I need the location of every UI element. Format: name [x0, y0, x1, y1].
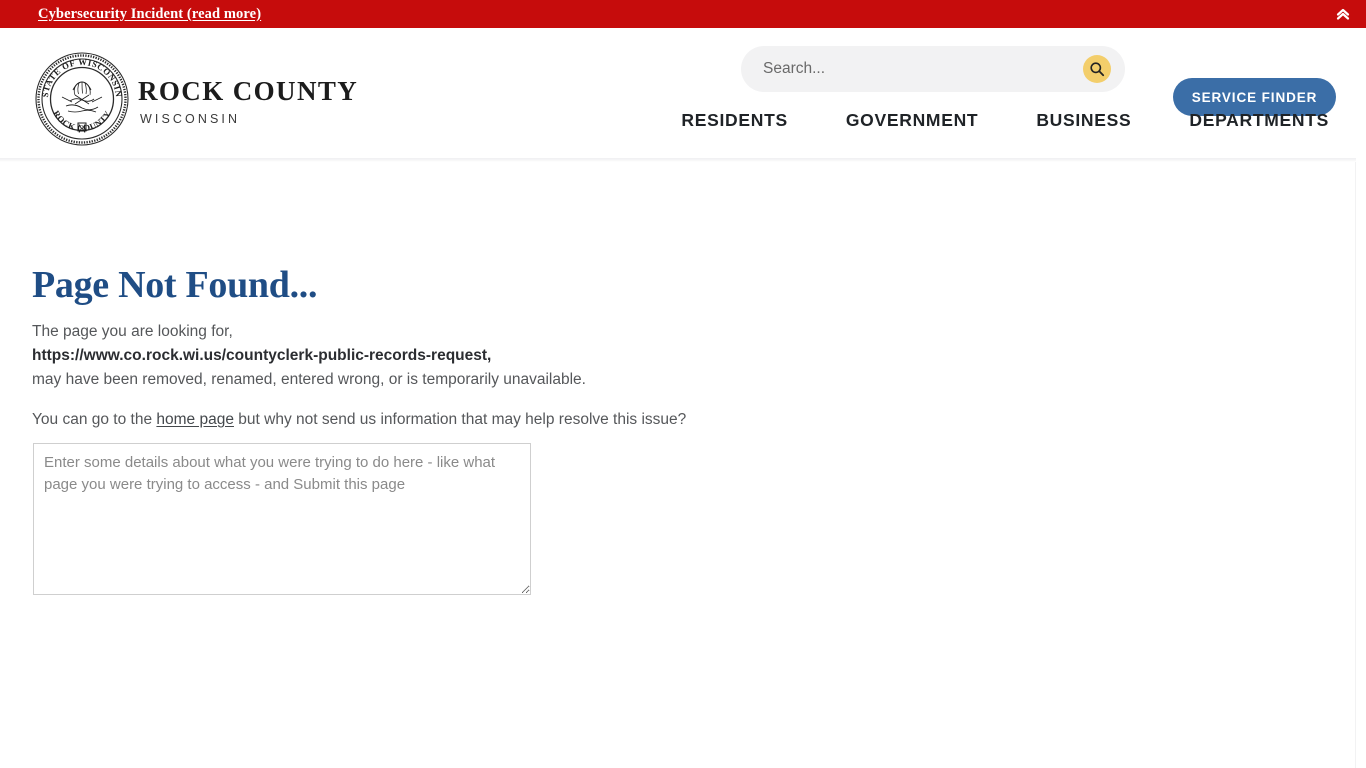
- cybersecurity-alert-bar: Cybersecurity Incident (read more): [0, 0, 1366, 28]
- alert-collapse-button[interactable]: [1330, 2, 1356, 26]
- page-root: Cybersecurity Incident (read more) STATE: [0, 0, 1366, 768]
- site-header: STATE OF WISCONSIN ROCK COUNTY ROCK COUN…: [0, 28, 1366, 158]
- alert-read-more-link[interactable]: Cybersecurity Incident (read more): [38, 6, 261, 23]
- nav-item-business[interactable]: BUSINESS: [1036, 110, 1131, 131]
- search-input[interactable]: [741, 47, 1083, 91]
- double-chevron-up-icon: [1336, 8, 1350, 20]
- brand-name: ROCK COUNTY: [138, 76, 359, 106]
- prompt-prefix: You can go to the: [32, 411, 157, 428]
- home-page-link[interactable]: home page: [156, 411, 234, 428]
- main-navigation: RESIDENTS GOVERNMENT BUSINESS DEPARTMENT…: [681, 110, 1329, 131]
- url-comma: ,: [487, 347, 492, 364]
- svg-text:ROCK COUNTY: ROCK COUNTY: [51, 109, 113, 134]
- brand-text: ROCK COUNTY WISCONSIN: [138, 72, 359, 127]
- site-logo[interactable]: STATE OF WISCONSIN ROCK COUNTY ROCK COUN…: [32, 46, 358, 152]
- search-icon: [1090, 62, 1105, 77]
- search-bar: [741, 46, 1125, 92]
- search-submit-button[interactable]: [1083, 55, 1111, 83]
- nav-item-government[interactable]: GOVERNMENT: [846, 110, 978, 131]
- home-page-prompt: You can go to the home page but why not …: [32, 408, 686, 432]
- not-found-text-line3: may have been removed, renamed, entered …: [32, 371, 586, 388]
- brand-subtitle: WISCONSIN: [140, 112, 241, 126]
- details-textarea[interactable]: [33, 443, 531, 595]
- header-divider: [0, 158, 1356, 162]
- page-title: Page Not Found...: [32, 264, 318, 306]
- requested-url: https://www.co.rock.wi.us/countyclerk-pu…: [32, 347, 488, 364]
- not-found-text-line1: The page you are looking for,: [32, 323, 233, 340]
- prompt-suffix: but why not send us information that may…: [233, 411, 687, 428]
- nav-item-departments[interactable]: DEPARTMENTS: [1189, 110, 1329, 131]
- nav-item-residents[interactable]: RESIDENTS: [681, 110, 787, 131]
- rock-county-seal-icon: STATE OF WISCONSIN ROCK COUNTY: [35, 52, 129, 146]
- content-right-border: [1355, 162, 1356, 768]
- not-found-url-line: https://www.co.rock.wi.us/countyclerk-pu…: [32, 344, 491, 368]
